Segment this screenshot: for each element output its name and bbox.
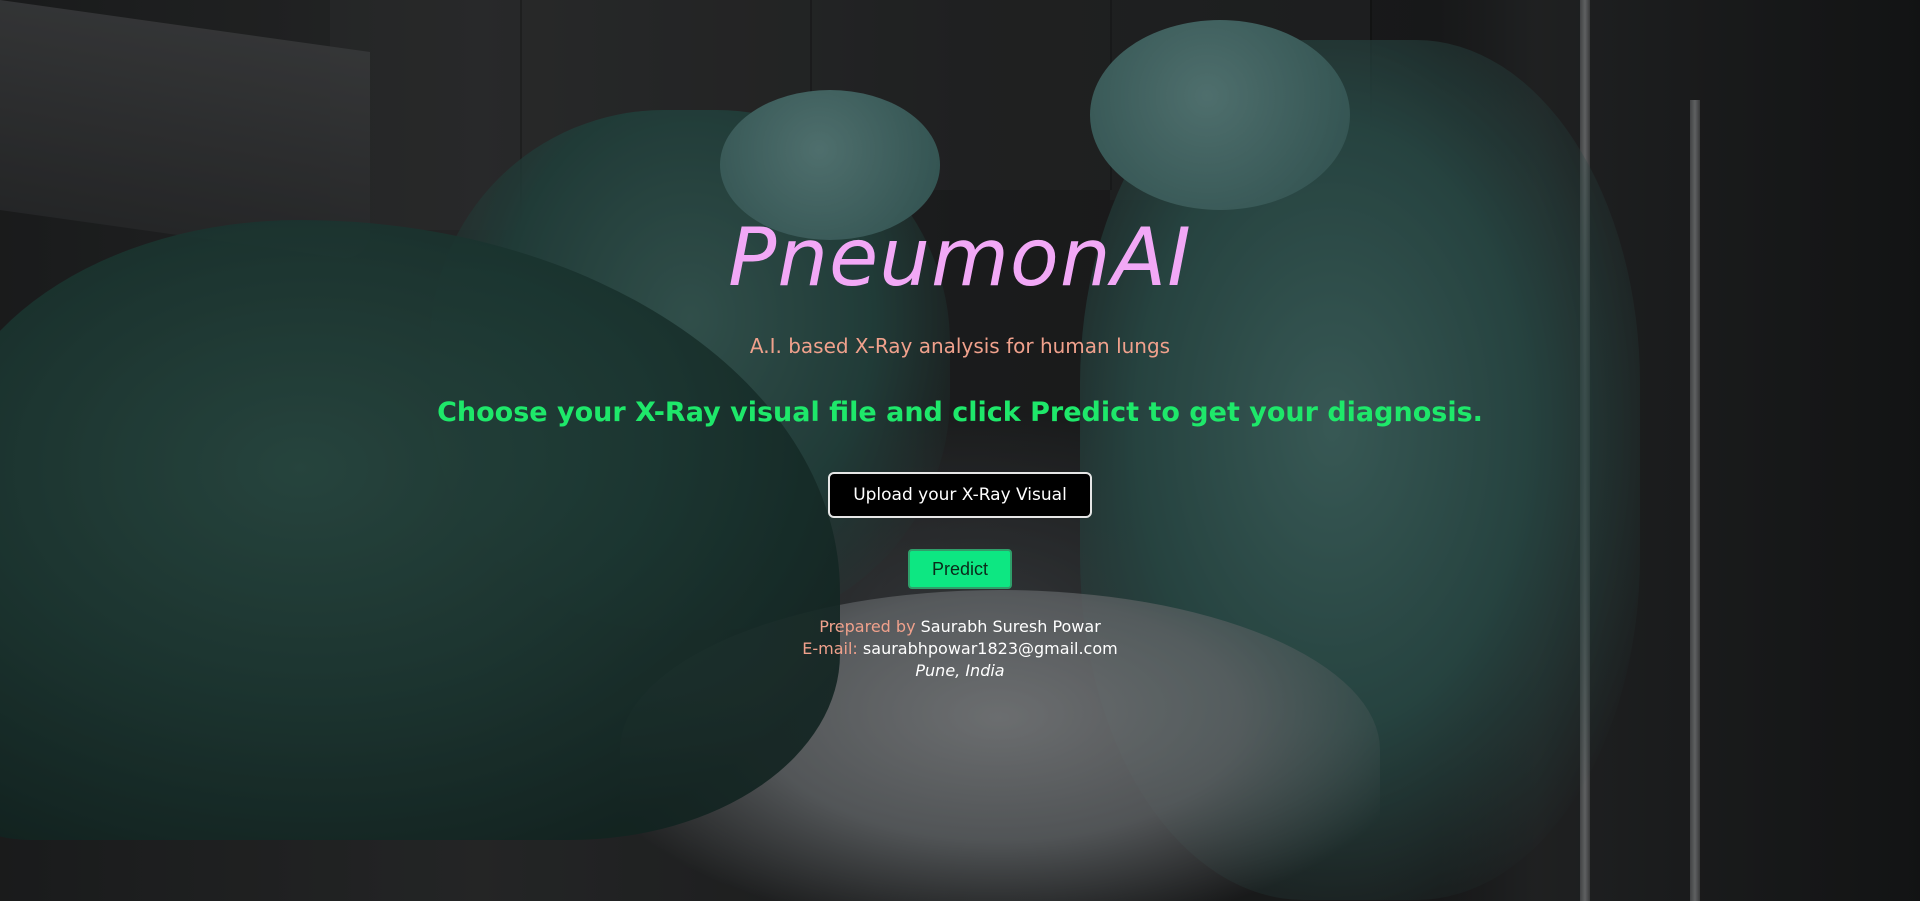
prepared-by-label: Prepared by bbox=[819, 617, 916, 636]
email-address: saurabhpowar1823@gmail.com bbox=[862, 639, 1118, 658]
author-name: Saurabh Suresh Powar bbox=[920, 617, 1101, 636]
predict-button[interactable]: Predict bbox=[908, 549, 1012, 589]
credits: Prepared by Saurabh Suresh Powar E-mail:… bbox=[0, 616, 1920, 682]
prepared-by-line: Prepared by Saurabh Suresh Powar bbox=[0, 616, 1920, 638]
location: Pune, India bbox=[915, 661, 1005, 680]
instruction-text: Choose your X-Ray visual file and click … bbox=[437, 397, 1483, 428]
upload-xray-button[interactable]: Upload your X-Ray Visual bbox=[828, 472, 1092, 518]
app-title: PneumonAI bbox=[728, 211, 1192, 304]
email-line: E-mail: saurabhpowar1823@gmail.com bbox=[0, 638, 1920, 660]
app-subtitle: A.I. based X-Ray analysis for human lung… bbox=[749, 334, 1171, 358]
email-label: E-mail: bbox=[802, 639, 858, 658]
hero-section: PneumonAI A.I. based X-Ray analysis for … bbox=[0, 0, 1920, 901]
